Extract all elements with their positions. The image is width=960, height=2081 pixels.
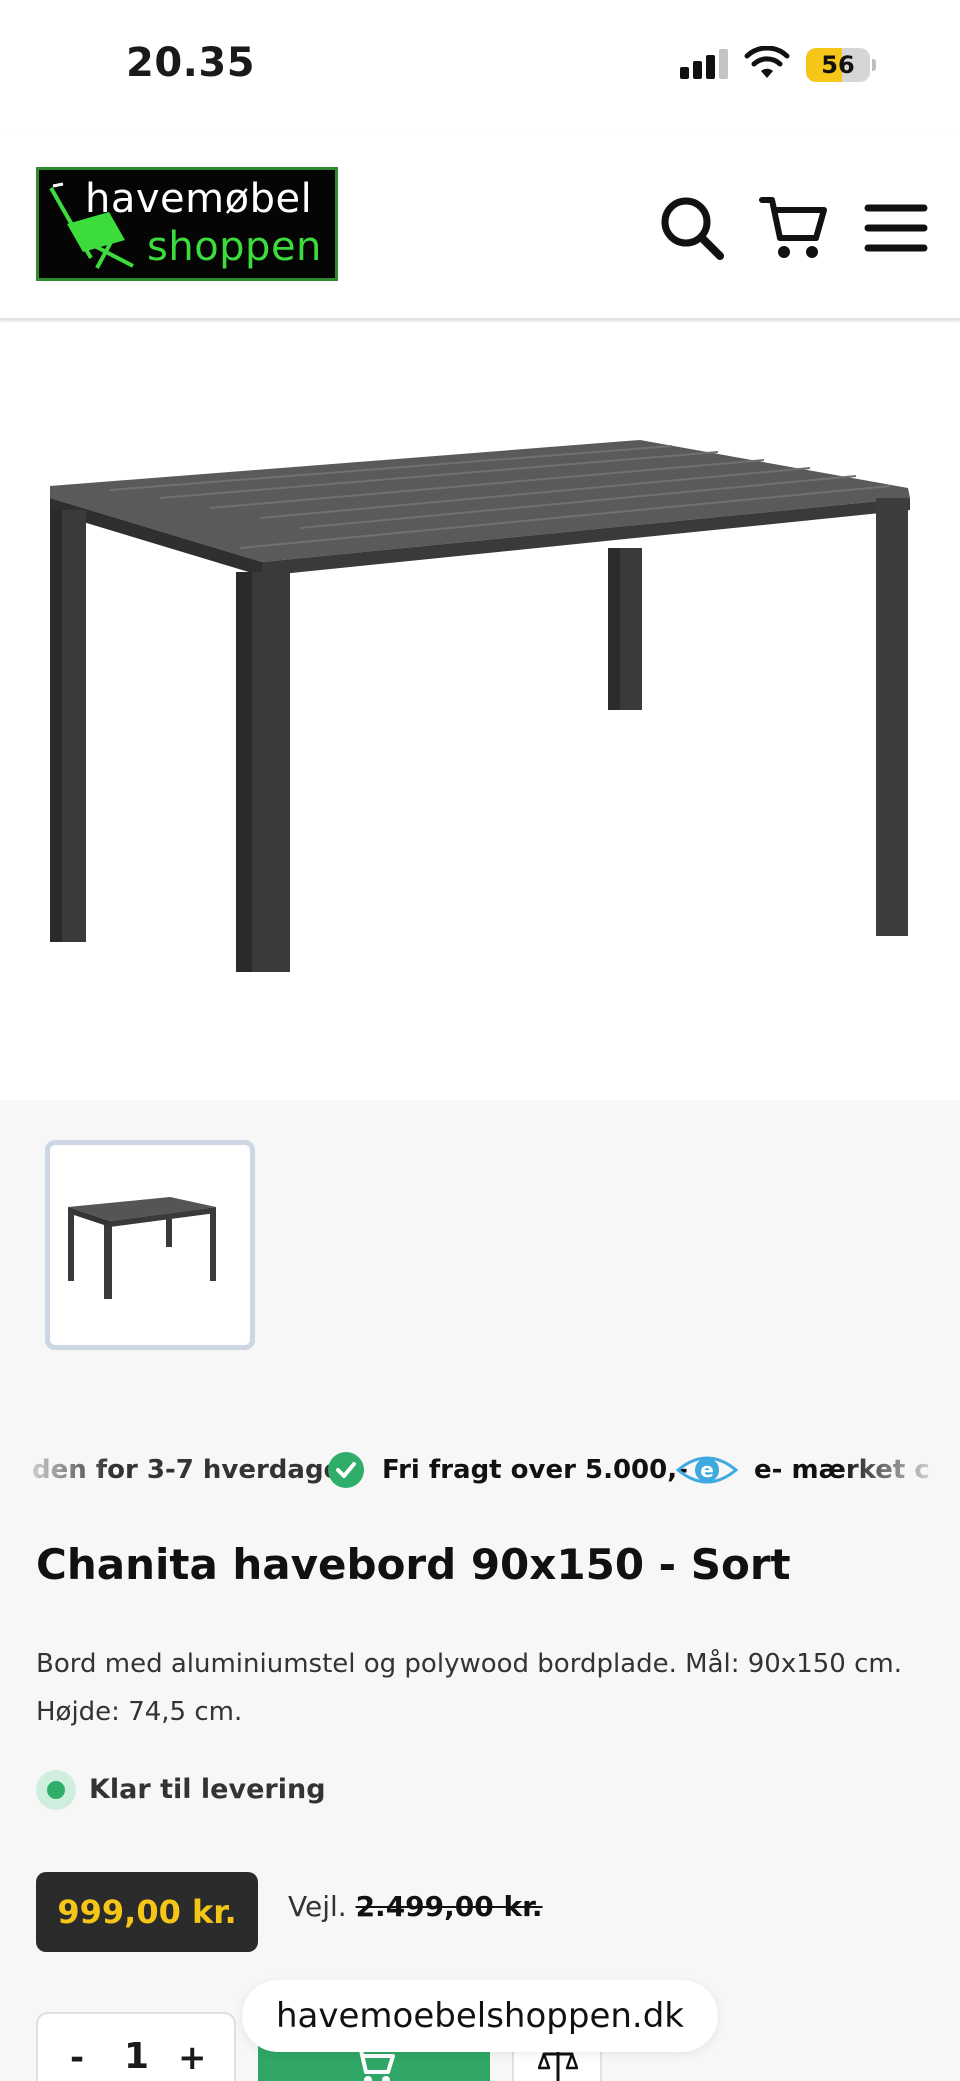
product-description: Bord med aluminiumstel og polywood bordp… (36, 1640, 916, 1736)
stock-status-label: Klar til levering (89, 1774, 326, 1805)
menu-icon[interactable] (860, 192, 932, 264)
search-icon[interactable] (656, 192, 728, 264)
description-line-1: Bord med aluminiumstel og polywood bordp… (36, 1649, 902, 1679)
battery-icon: 56 (806, 48, 876, 82)
quantity-stepper: - 1 + (36, 2012, 236, 2081)
wifi-icon (744, 46, 790, 78)
ribbon-fade-left (0, 1440, 110, 1500)
stock-indicator-icon (36, 1770, 76, 1810)
usp-ribbon: den for 3-7 hverdage Fri fragt over 5.00… (0, 1440, 960, 1500)
status-time: 20.35 (126, 40, 256, 86)
price-badge: 999,00 kr. (36, 1872, 258, 1952)
recommended-price: Vejl. 2.499,00 kr. (288, 1890, 543, 1923)
rrp-label: Vejl. (288, 1890, 347, 1923)
garden-table-image (50, 440, 910, 972)
e-maerket-icon: e (676, 1456, 738, 1484)
signal-icon (680, 49, 730, 79)
site-header: havemøbel shoppen (0, 130, 960, 320)
description-line-2: Højde: 74,5 cm. (36, 1697, 243, 1727)
rrp-old-price: 2.499,00 kr. (355, 1890, 543, 1923)
logo-text-line1: havemøbel (85, 176, 313, 222)
usp-free-shipping: Fri fragt over 5.000,- (382, 1455, 688, 1485)
battery-level: 56 (821, 51, 855, 79)
product-title: Chanita havebord 90x150 - Sort (36, 1540, 791, 1589)
thumbnail-table-image (68, 1197, 216, 1299)
qty-decrease-button[interactable]: - (70, 2038, 84, 2078)
ribbon-fade-right (840, 1440, 960, 1500)
product-main-image[interactable] (0, 322, 960, 1100)
logo-text-line2: shoppen (147, 224, 322, 270)
check-circle-icon (328, 1452, 364, 1488)
svg-text:e: e (700, 1458, 714, 1482)
qty-increase-button[interactable]: + (178, 2038, 207, 2078)
cart-icon[interactable] (758, 192, 830, 264)
qty-value[interactable]: 1 (124, 2036, 149, 2077)
status-bar: 20.35 56 (0, 0, 960, 130)
site-logo[interactable]: havemøbel shoppen (36, 167, 338, 281)
browser-url-bar[interactable]: havemoebelshoppen.dk (242, 1980, 718, 2052)
product-thumbnail[interactable] (45, 1140, 255, 1350)
